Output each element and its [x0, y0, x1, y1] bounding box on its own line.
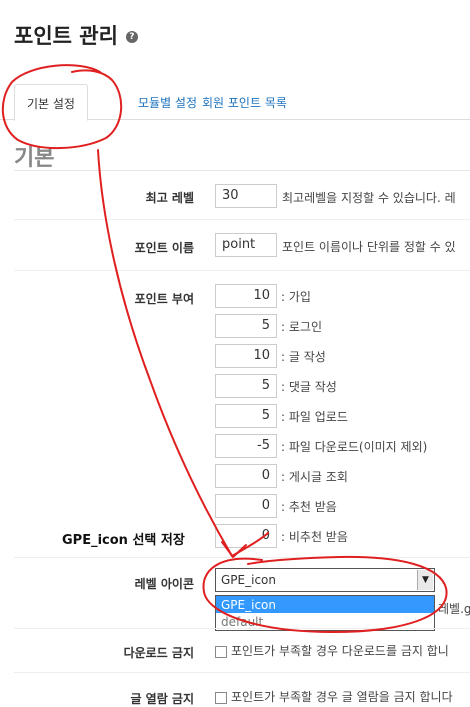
annotation-text: GPE_icon 선택 저장 [62, 533, 185, 548]
point-comment-label: : 댓글 작성 [281, 379, 337, 394]
level-icon-selected-value: GPE_icon [221, 573, 276, 587]
point-voted-label: : 추천 받음 [281, 499, 337, 514]
point-download-input[interactable]: -5 [215, 434, 277, 458]
row-divider [14, 557, 470, 558]
level-icon-option[interactable]: GPE_icon [216, 596, 434, 613]
tab-member-points[interactable]: 회원 포인트 목록 [190, 84, 299, 120]
max-level-help: 최고레벨을 지정할 수 있습니다. 레 [282, 191, 456, 205]
chevron-down-icon[interactable]: ▼ [417, 570, 433, 590]
level-icon-label: 레벨 아이콘 [134, 577, 194, 591]
read-block-option: 포인트가 부족할 경우 글 열람을 금지 합니다 [215, 688, 453, 705]
point-signup-label: : 가입 [281, 289, 311, 304]
row-divider [14, 672, 470, 673]
download-block-help: 포인트가 부족할 경우 다운로드를 금지 합니 [231, 644, 449, 658]
read-block-checkbox[interactable] [215, 691, 227, 704]
point-name-help: 포인트 이름이나 단위를 정할 수 있 [282, 240, 456, 254]
help-icon[interactable]: ? [125, 31, 138, 43]
page-title-text: 포인트 관리 [14, 24, 118, 48]
point-blamed-input[interactable]: 0 [215, 524, 277, 548]
download-block-label: 다운로드 금지 [123, 646, 194, 660]
point-upload-label: : 파일 업로드 [281, 409, 348, 424]
section-divider [14, 170, 470, 171]
level-icon-select[interactable]: GPE_icon ▼ [215, 568, 435, 592]
point-download-label: : 파일 다운로드(이미지 제외) [281, 439, 428, 454]
row-divider [14, 270, 470, 271]
point-award-row: 5 : 로그인 [215, 314, 322, 338]
download-block-checkbox[interactable] [215, 645, 227, 658]
point-award-row: 0 : 비추천 받음 [215, 524, 348, 548]
point-award-row: 5 : 파일 업로드 [215, 404, 348, 428]
section-title: 기본 [14, 146, 55, 171]
download-block-option: 포인트가 부족할 경우 다운로드를 금지 합니 [215, 642, 449, 659]
max-level-label: 최고 레벨 [145, 191, 194, 205]
point-name-label: 포인트 이름 [134, 241, 194, 255]
max-level-input[interactable]: 30 [215, 184, 277, 208]
point-award-row: 0 : 추천 받음 [215, 494, 337, 518]
point-award-row: 10 : 가입 [215, 284, 311, 308]
point-award-row: -5 : 파일 다운로드(이미지 제외) [215, 434, 427, 458]
point-login-label: : 로그인 [281, 319, 322, 334]
point-login-input[interactable]: 5 [215, 314, 277, 338]
point-post-label: : 글 작성 [281, 349, 326, 364]
point-read-label: : 게시글 조회 [281, 469, 348, 484]
point-award-row: 0 : 게시글 조회 [215, 464, 348, 488]
page-title: 포인트 관리 ? [14, 20, 138, 50]
point-name-input[interactable]: point [215, 233, 277, 257]
point-post-input[interactable]: 10 [215, 344, 277, 368]
row-divider [14, 219, 470, 220]
level-icon-help: 레벨.g [438, 602, 470, 616]
point-award-label: 포인트 부여 [134, 292, 194, 306]
tab-bar: 기본 설정 모듈별 설정 회원 포인트 목록 [0, 82, 470, 121]
annotation-arrow-line [97, 149, 233, 557]
read-block-help: 포인트가 부족할 경우 글 열람을 금지 합니다 [231, 690, 453, 704]
tab-basic-settings[interactable]: 기본 설정 [14, 84, 88, 121]
point-signup-input[interactable]: 10 [215, 284, 277, 308]
level-icon-dropdown: GPE_icon default [215, 595, 435, 631]
point-read-input[interactable]: 0 [215, 464, 277, 488]
point-voted-input[interactable]: 0 [215, 494, 277, 518]
point-award-row: 5 : 댓글 작성 [215, 374, 337, 398]
point-upload-input[interactable]: 5 [215, 404, 277, 428]
row-divider [14, 628, 470, 629]
point-blamed-label: : 비추천 받음 [281, 529, 348, 544]
point-comment-input[interactable]: 5 [215, 374, 277, 398]
point-award-row: 10 : 글 작성 [215, 344, 326, 368]
